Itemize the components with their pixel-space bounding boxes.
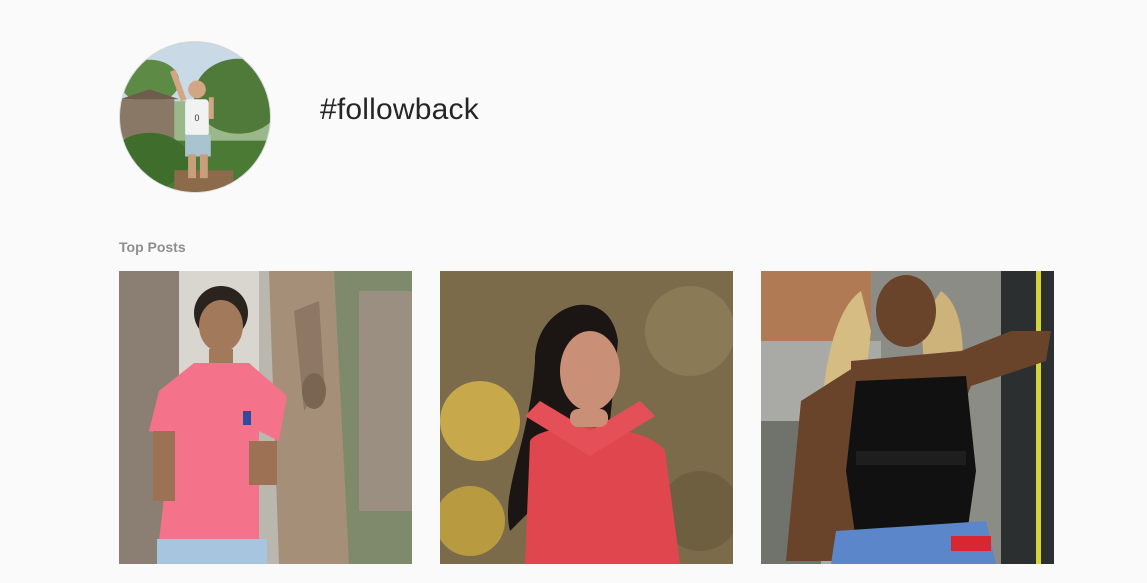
top-post-3[interactable]: [761, 271, 1054, 564]
post-photo-2: [440, 271, 733, 564]
svg-text:0: 0: [195, 113, 200, 123]
hashtag-page: 0 #followback Top Posts: [0, 0, 1147, 583]
avatar-photo: 0: [120, 42, 270, 192]
hashtag-title: #followback: [320, 93, 479, 126]
post-photo-1: [119, 271, 412, 564]
top-post-2[interactable]: [440, 271, 733, 564]
hashtag-header: 0 #followback: [119, 41, 1059, 193]
hashtag-avatar[interactable]: 0: [119, 41, 271, 193]
post-photo-3: [761, 271, 1054, 564]
top-posts-label: Top Posts: [119, 239, 186, 255]
top-post-1[interactable]: [119, 271, 412, 564]
